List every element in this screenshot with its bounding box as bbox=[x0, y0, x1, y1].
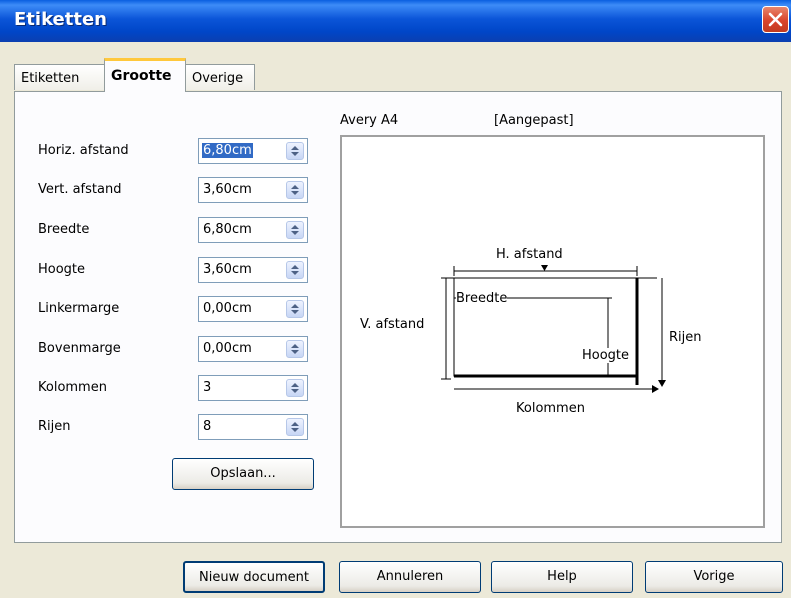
preview-type: [Aangepast] bbox=[494, 113, 574, 128]
window-title: Etiketten bbox=[14, 9, 107, 30]
label-preview: H. afstand V. afstand Breedte Hoogte Rij… bbox=[340, 135, 765, 528]
spin-arrows-icon[interactable] bbox=[286, 142, 304, 160]
field-value: 3 bbox=[203, 380, 212, 395]
tab-etiketten[interactable]: Etiketten bbox=[14, 64, 105, 90]
field-value: 3,60cm bbox=[203, 262, 252, 277]
v-afstand-text: V. afstand bbox=[360, 317, 425, 332]
spin-arrows-icon[interactable] bbox=[286, 261, 304, 279]
rijen-field[interactable]: 8 bbox=[198, 414, 308, 440]
save-button[interactable]: Opslaan... bbox=[172, 458, 314, 490]
spin-arrows-icon[interactable] bbox=[286, 340, 304, 358]
field-value: 3,60cm bbox=[203, 182, 252, 197]
breedte-field[interactable]: 6,80cm bbox=[198, 217, 308, 243]
hoogte-text: Hoogte bbox=[582, 348, 630, 363]
kolommen-field[interactable]: 3 bbox=[198, 375, 308, 401]
back-button[interactable]: Vorige bbox=[645, 561, 783, 593]
tab-overige[interactable]: Overige bbox=[185, 64, 255, 90]
preview-brand: Avery A4 bbox=[340, 113, 399, 128]
field-value: 6,80cm bbox=[202, 143, 253, 158]
horiz-afstand-field[interactable]: 6,80cm bbox=[198, 138, 308, 164]
help-button[interactable]: Help bbox=[491, 561, 633, 593]
kolommen-label: Kolommen bbox=[38, 380, 107, 395]
tab-grootte[interactable]: Grootte bbox=[104, 58, 186, 92]
spin-arrows-icon[interactable] bbox=[286, 300, 304, 318]
title-bar: Etiketten bbox=[0, 0, 791, 42]
new-document-button[interactable]: Nieuw document bbox=[183, 561, 325, 593]
vert-afstand-label: Vert. afstand bbox=[38, 182, 122, 197]
hoogte-label: Hoogte bbox=[38, 262, 86, 277]
field-value: 0,00cm bbox=[203, 301, 252, 316]
spin-arrows-icon[interactable] bbox=[286, 181, 304, 199]
field-value: 8 bbox=[203, 419, 212, 434]
breedte-label: Breedte bbox=[38, 222, 90, 237]
close-icon bbox=[768, 12, 783, 27]
rijen-label: Rijen bbox=[38, 419, 71, 434]
breedte-text: Breedte bbox=[456, 291, 508, 306]
spin-arrows-icon[interactable] bbox=[286, 418, 304, 436]
field-value: 0,00cm bbox=[203, 341, 252, 356]
h-afstand-text: H. afstand bbox=[496, 247, 563, 262]
rijen-text: Rijen bbox=[669, 330, 702, 345]
horiz-afstand-label: Horiz. afstand bbox=[38, 143, 129, 158]
vert-afstand-field[interactable]: 3,60cm bbox=[198, 177, 308, 203]
spin-arrows-icon[interactable] bbox=[286, 221, 304, 239]
linkermarge-label: Linkermarge bbox=[38, 301, 120, 316]
bovenmarge-label: Bovenmarge bbox=[38, 341, 121, 356]
field-value: 6,80cm bbox=[203, 222, 252, 237]
spin-arrows-icon[interactable] bbox=[286, 379, 304, 397]
close-button[interactable] bbox=[762, 6, 789, 33]
hoogte-field[interactable]: 3,60cm bbox=[198, 257, 308, 283]
linkermarge-field[interactable]: 0,00cm bbox=[198, 296, 308, 322]
bovenmarge-field[interactable]: 0,00cm bbox=[198, 336, 308, 362]
kolommen-text: Kolommen bbox=[516, 401, 585, 416]
cancel-button[interactable]: Annuleren bbox=[339, 561, 481, 593]
